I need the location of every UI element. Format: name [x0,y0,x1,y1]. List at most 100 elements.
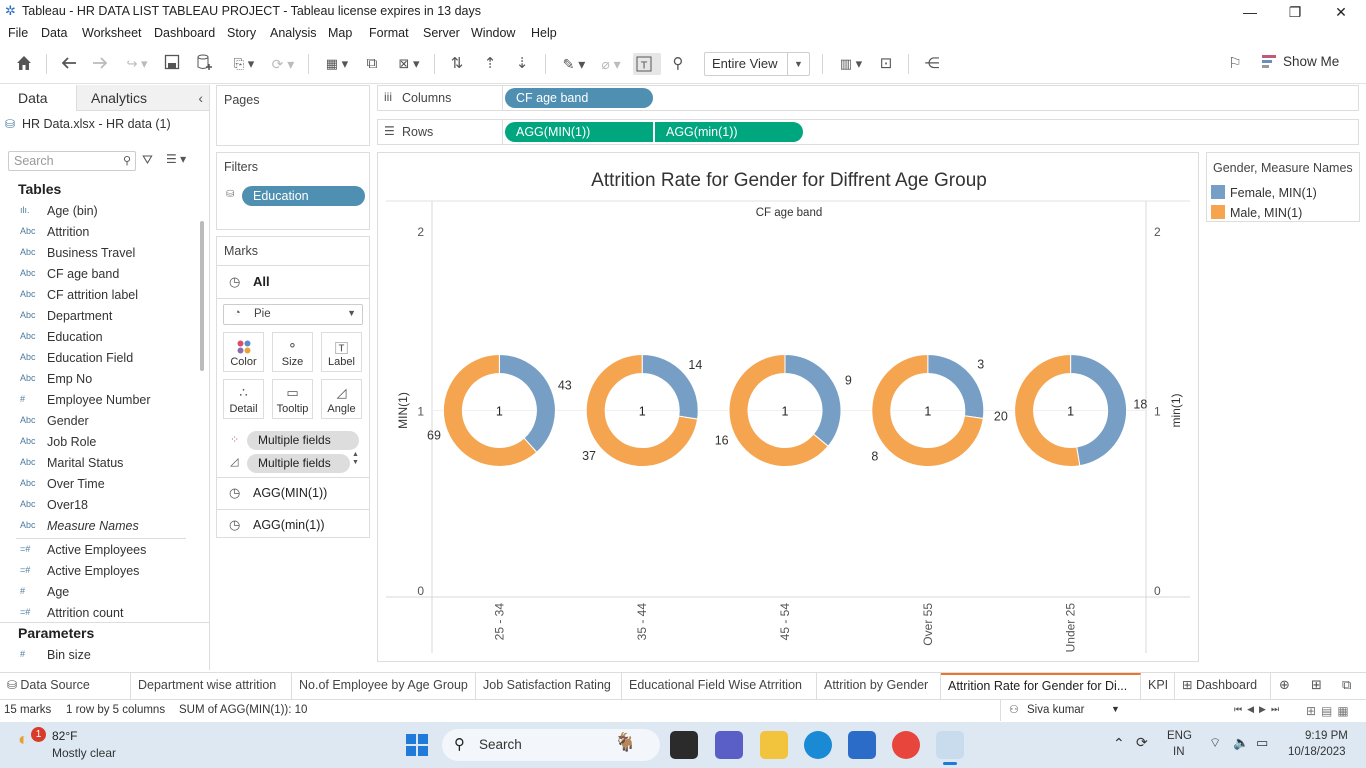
refresh-icon[interactable]: ⟳ ▾ [266,53,300,75]
columns-pill[interactable]: CF age band [505,88,653,108]
new-datasource-icon[interactable] [195,53,217,75]
field-item[interactable]: =# Active Employees [0,541,200,561]
sort-descending-icon[interactable]: ⇣ [511,53,533,75]
tab-department-wise[interactable]: Department wise attrition [131,673,292,699]
menu-file[interactable]: File [8,26,28,40]
taskbar-search[interactable]: ⚲ Search 🐐 [442,729,660,761]
swap-icon[interactable]: ⇅ [446,53,468,75]
data-source-name[interactable]: HR Data.xlsx - HR data (1) [22,117,171,131]
field-item[interactable]: =# Active Employes [0,562,200,582]
size-button[interactable]: ⚬ Size [272,332,313,372]
field-item[interactable]: Abc CF age band [0,265,200,285]
field-item[interactable]: # Employee Number [0,391,200,411]
replay-icon[interactable]: ↪ ▾ [120,53,154,75]
marks-all-row[interactable]: ◷ All [217,265,369,299]
parameter-item[interactable]: # Bin size [0,646,200,666]
menu-data[interactable]: Data [41,26,67,40]
volume-icon[interactable]: 🔈 [1233,735,1249,751]
sheet-navigation-icon[interactable]: ⏮◀▶⏭ [1234,704,1284,715]
show-mark-labels-icon[interactable]: T [633,53,661,75]
tab-analytics[interactable]: Analytics ‹ [76,85,209,111]
view-options-icon[interactable]: ☰ ▾ [166,152,186,166]
color-legend[interactable]: Gender, Measure Names Female, MIN(1) Mal… [1206,152,1360,222]
tab-dashboard-1[interactable]: ⊞ Dashboard 1 [1175,673,1271,717]
duplicate-icon[interactable]: ⧉ [361,53,383,75]
field-item[interactable]: Abc Business Travel [0,244,200,264]
field-item[interactable]: Abc Attrition [0,223,200,243]
format-painter-icon[interactable]: ⚐ [1224,53,1246,75]
redo-icon[interactable] [90,53,112,75]
columns-shelf[interactable]: iii Columns CF age band [377,85,1359,111]
tab-job-satisfaction[interactable]: Job Satisfaction Rating [476,673,622,699]
show-cards-icon[interactable]: ▥ ▾ [834,53,868,75]
tab-attrition-rate-active[interactable]: Attrition Rate for Gender for Di... [941,673,1141,699]
tooltip-button[interactable]: ▭ Tooltip [272,379,313,419]
menu-worksheet[interactable]: Worksheet [82,26,142,40]
menu-story[interactable]: Story [227,26,256,40]
tab-employee-by-age[interactable]: No.of Employee by Age Group [292,673,476,699]
rows-pill-1[interactable]: AGG(MIN(1)) [505,122,653,142]
store-icon[interactable] [848,731,876,759]
user-menu[interactable]: ⚇ Siva kumar ▼ [1000,700,1126,721]
tab-educational-field[interactable]: Educational Field Wise Atrrition [622,673,817,699]
edge-icon[interactable] [804,731,832,759]
filter-icon[interactable]: ⛛ [142,152,153,168]
sync-icon[interactable]: ⟳ [1136,734,1148,751]
legend-swatch-male[interactable] [1211,205,1225,219]
field-pill-angle[interactable]: Multiple fields [247,454,350,473]
rows-shelf[interactable]: ☰ Rows AGG(MIN(1)) AGG(min(1)) [377,119,1359,145]
chart-svg[interactable]: Attrition Rate for Gender for Diffrent A… [378,153,1200,663]
menu-map[interactable]: Map [328,26,352,40]
filter-pill-education[interactable]: Education [242,186,365,206]
chrome-icon[interactable] [892,731,920,759]
measure-row-1[interactable]: ◷ AGG(MIN(1)) [217,477,369,509]
field-item[interactable]: Abc Over18 [0,496,200,516]
file-explorer-icon[interactable] [760,731,788,759]
pause-updates-icon[interactable]: ⎘ ▾ [226,53,262,75]
field-item[interactable]: Abc Education Field [0,349,200,369]
highlight-icon[interactable]: ✎ ▾ [557,53,591,75]
legend-swatch-female[interactable] [1211,185,1225,199]
field-item[interactable]: Abc Marital Status [0,454,200,474]
rows-pill-2[interactable]: AGG(min(1)) [655,122,803,142]
tableau-taskbar-icon[interactable] [936,731,964,759]
undo-icon[interactable] [59,53,81,75]
field-item[interactable]: Abc Over Time [0,475,200,495]
field-item[interactable]: Abc Measure Names [0,517,200,537]
chevron-up-icon[interactable]: ⌃ [1113,735,1125,752]
menu-analysis[interactable]: Analysis [270,26,317,40]
group-members-icon[interactable]: ⌀ ▾ [594,53,628,75]
presentation-icon[interactable]: ⊡ [875,53,897,75]
tab-kpi[interactable]: KPI [1141,673,1175,699]
teams-icon[interactable] [715,731,743,759]
menu-format[interactable]: Format [369,26,409,40]
field-item[interactable]: =# Attrition count [0,604,200,624]
menu-help[interactable]: Help [531,26,557,40]
viz-area[interactable]: Attrition Rate for Gender for Diffrent A… [377,152,1199,662]
field-item[interactable]: Abc Department [0,307,200,327]
home-icon[interactable] [14,53,36,75]
clock-time[interactable]: 9:19 PM [1305,730,1348,742]
menu-dashboard[interactable]: Dashboard [154,26,215,40]
save-icon[interactable] [163,53,185,75]
new-dashboard-icon[interactable]: ⊞ [1311,677,1322,693]
clear-sheet-icon[interactable]: ⊠ ▾ [392,53,426,75]
tab-data[interactable]: Data [0,85,76,111]
field-item[interactable]: Abc Education [0,328,200,348]
color-button[interactable]: Color [223,332,264,372]
field-item[interactable]: Abc Gender [0,412,200,432]
field-pill-color[interactable]: Multiple fields [247,431,359,450]
field-item[interactable]: Abc CF attrition label [0,286,200,306]
minimize-button[interactable]: — [1240,2,1260,22]
field-item[interactable]: ılı. Age (bin) [0,202,200,222]
show-me-button[interactable]: Show Me [1283,54,1339,69]
angle-button[interactable]: ◿ Angle [321,379,362,419]
task-view-icon[interactable] [670,731,698,759]
share-icon[interactable]: ⋲ [921,53,943,75]
scroll-arrows-icon[interactable]: ▲ ▼ [352,451,359,467]
view-size-dropdown[interactable]: Entire View ▼ [704,52,810,76]
collapse-chevron-icon[interactable]: ‹ [198,85,203,111]
language[interactable]: ENG [1167,730,1192,742]
windows-start-icon[interactable] [405,733,429,760]
scrollbar-thumb[interactable] [200,221,204,371]
